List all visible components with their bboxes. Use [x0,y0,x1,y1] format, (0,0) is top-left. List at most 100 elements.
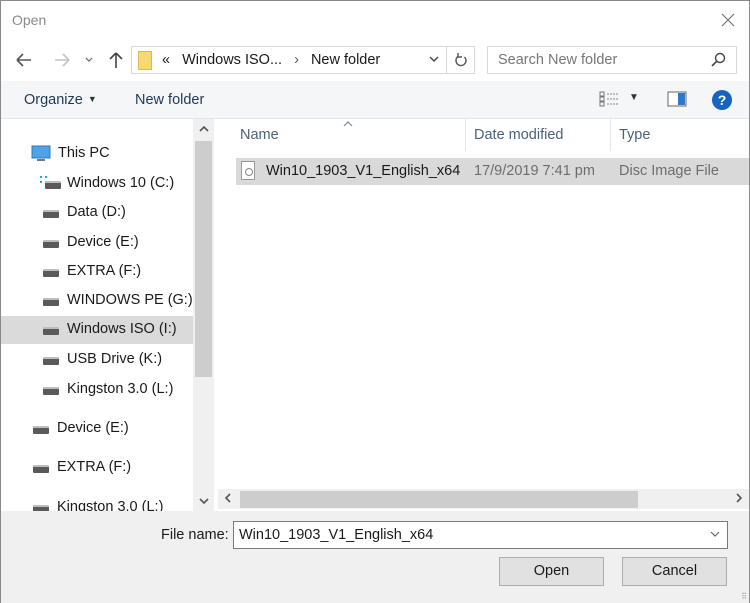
drive-icon [43,327,59,335]
drive-icon [43,210,59,218]
organize-button[interactable]: Organize ▼ [24,92,97,108]
file-name-label: File name: [161,527,229,543]
address-dropdown[interactable] [428,52,440,69]
file-date-modified: 17/9/2019 7:41 pm [474,163,595,179]
file-name-combobox[interactable] [233,521,728,549]
search-button[interactable] [710,52,726,71]
sort-ascending-icon [342,117,354,131]
drive-icon [43,298,59,306]
navigation-pane-scrollbar[interactable] [193,119,214,511]
arrow-left-icon [16,53,31,67]
navigation-pane: This PC Windows 10 (C:) Data (D:) Device… [1,119,214,511]
chevron-down-icon [85,57,93,62]
chevron-up-icon [198,125,209,132]
sidebar-item-label: Windows ISO (I:) [67,321,177,337]
sidebar-item-windows-iso-i[interactable]: Windows ISO (I:) [1,316,193,344]
recent-locations-button[interactable] [81,49,97,71]
sidebar-item-device-e-root[interactable]: Device (E:) [1,415,193,443]
search-box[interactable] [487,46,737,74]
sidebar-item-kingston-l[interactable]: Kingston 3.0 (L:) [1,376,193,404]
sidebar-item-label: Device (E:) [67,234,139,250]
scroll-right-button[interactable] [729,489,749,509]
sidebar-item-label: Windows 10 (C:) [67,175,175,191]
sidebar-item-device-e[interactable]: Device (E:) [1,229,193,257]
dialog-title: Open [12,12,47,28]
sidebar-item-label: EXTRA (F:) [57,459,132,475]
scrollbar-thumb[interactable] [195,141,212,377]
sidebar-item-label: WINDOWS PE (G:) [67,292,193,308]
sidebar-item-label: Kingston 3.0 (L:) [67,381,174,397]
column-header-name[interactable]: Name [240,127,279,143]
chevron-left-icon [224,493,231,503]
scroll-down-button[interactable] [193,491,214,511]
column-divider[interactable] [610,119,611,151]
open-dialog: Open « Windows ISO... › New folder Searc… [0,0,750,603]
change-view-button[interactable] [599,90,621,111]
file-list: Name Date modified Type Win10_1903_V1_En… [218,119,749,511]
chevron-down-icon [198,498,209,505]
close-button[interactable] [717,9,739,31]
dropdown-triangle-icon: ▼ [629,92,639,103]
address-bar[interactable]: « Windows ISO... › New folder [131,46,475,74]
file-name-dropdown[interactable] [709,528,721,542]
sidebar-item-extra-f[interactable]: EXTRA (F:) [1,258,193,286]
cancel-button[interactable]: Cancel [622,557,727,586]
sidebar-item-data-d[interactable]: Data (D:) [1,199,193,227]
open-button[interactable]: Open [499,557,604,586]
drive-icon [33,465,49,473]
forward-button[interactable] [51,49,73,71]
sidebar-item-windows-10-c[interactable]: Windows 10 (C:) [1,170,193,198]
breadcrumb: « Windows ISO... › New folder [162,52,388,68]
file-name-input[interactable] [239,527,699,543]
breadcrumb-item[interactable]: New folder [311,52,380,68]
computer-icon [31,145,51,161]
column-divider[interactable] [465,119,466,151]
dialog-footer: File name: Open Cancel ⠿ [1,511,749,603]
help-button[interactable]: ? [711,89,733,114]
sidebar-item-this-pc[interactable]: This PC [1,140,193,168]
search-input[interactable] [498,52,698,68]
sidebar-item-label: This PC [58,145,110,161]
arrow-up-icon [109,52,123,68]
breadcrumb-overflow[interactable]: « [162,52,170,68]
scroll-left-button[interactable] [218,489,238,509]
scroll-up-button[interactable] [193,119,214,139]
refresh-icon [454,53,467,67]
arrow-right-icon [55,53,70,67]
sidebar-item-label: Device (E:) [57,420,129,436]
drive-icon [43,240,59,248]
drive-icon [43,357,59,365]
view-dropdown-button[interactable]: ▼ [629,92,639,103]
help-icon: ? [712,90,732,110]
resize-grip-icon[interactable]: ⠿ [741,592,747,601]
view-options-icon [599,91,619,107]
chevron-down-icon [710,531,720,537]
sidebar-item-label: Kingston 3.0 (L:) [57,499,164,511]
sidebar-item-extra-f-root[interactable]: EXTRA (F:) [1,454,193,482]
drive-icon [33,426,49,434]
svg-text:?: ? [718,92,727,108]
drive-icon [43,387,59,395]
sidebar-item-kingston-l-root[interactable]: Kingston 3.0 (L:) [1,494,193,511]
column-header-date-modified[interactable]: Date modified [474,127,563,143]
sidebar-item-usb-drive-k[interactable]: USB Drive (K:) [1,346,193,374]
breadcrumb-separator[interactable]: › [294,52,299,68]
breadcrumb-item[interactable]: Windows ISO... [182,52,282,68]
up-button[interactable] [105,49,127,71]
scrollbar-thumb[interactable] [240,491,638,508]
file-list-horizontal-scrollbar[interactable] [218,489,749,509]
folder-icon [138,51,152,70]
file-type: Disc Image File [619,163,719,179]
back-button[interactable] [13,49,35,71]
column-header-type[interactable]: Type [619,127,650,143]
preview-pane-icon [667,91,687,107]
dropdown-triangle-icon: ▼ [87,94,97,104]
file-row[interactable]: Win10_1903_V1_English_x64 17/9/2019 7:41… [236,158,749,185]
sidebar-item-windows-pe-g[interactable]: WINDOWS PE (G:) [1,287,193,315]
search-icon [711,52,726,67]
refresh-button[interactable] [446,47,474,73]
disc-image-icon [241,161,255,180]
preview-pane-button[interactable] [667,90,687,111]
new-folder-button[interactable]: New folder [135,92,204,108]
organize-label: Organize [24,92,83,108]
